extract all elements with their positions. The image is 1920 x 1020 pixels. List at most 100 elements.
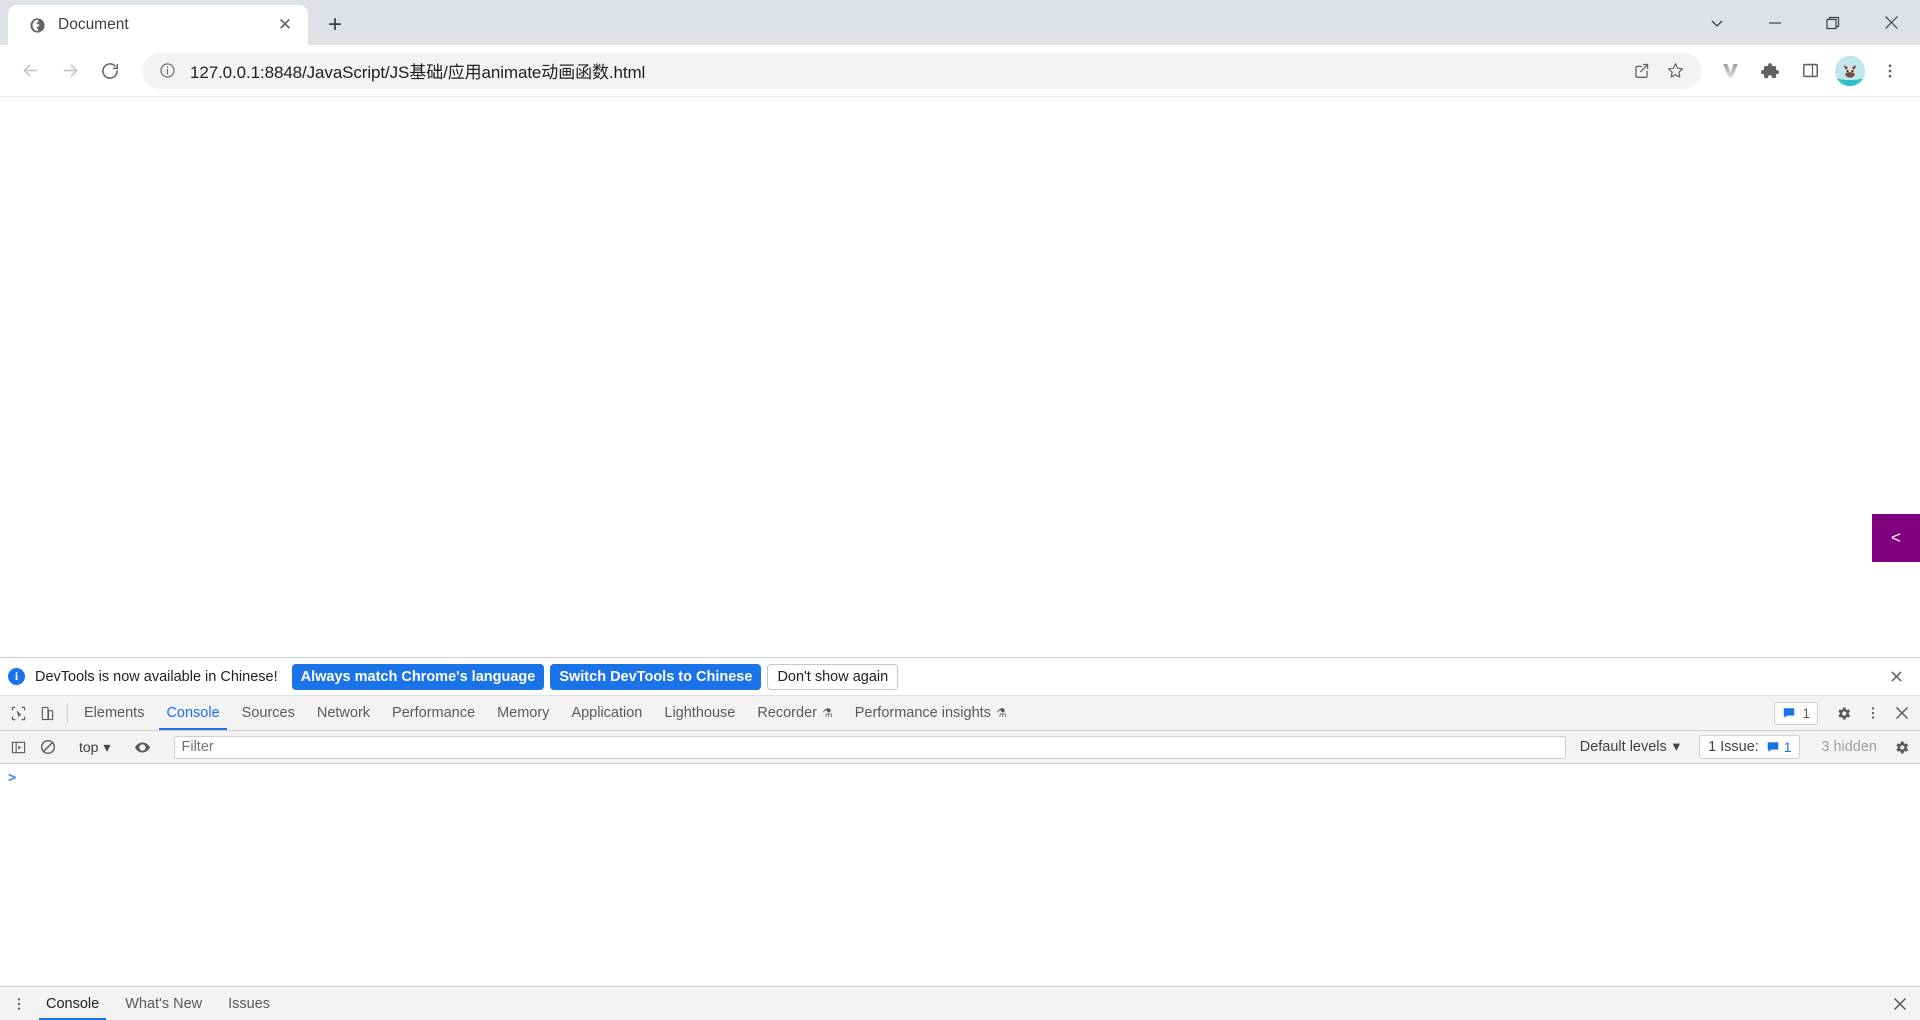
banner-close-icon[interactable]: [1884, 665, 1908, 689]
tab-label: Console: [166, 705, 220, 721]
issue-message-icon: [1784, 708, 1795, 718]
log-levels-value: Default levels: [1579, 739, 1667, 755]
toolbar-divider: [67, 703, 68, 723]
devtools-tab-performance[interactable]: Performance: [381, 696, 486, 730]
console-settings-gear-icon[interactable]: [1887, 739, 1916, 756]
issue-label: 1 Issue:: [1708, 739, 1759, 755]
console-input-row[interactable]: >: [0, 764, 1920, 786]
devtools-tab-lighthouse[interactable]: Lighthouse: [653, 696, 746, 730]
tab-label: Recorder: [757, 705, 817, 721]
console-output[interactable]: >: [0, 764, 1920, 986]
console-prompt-chevron-icon: >: [8, 770, 17, 786]
console-filter-input[interactable]: [173, 735, 1566, 759]
browser-tab[interactable]: Document ✕: [8, 5, 308, 45]
console-toolbar: top ▾ Default levels ▾ 1 Issue: 1: [0, 731, 1920, 764]
issues-counter-chip[interactable]: 1: [1774, 701, 1818, 725]
page-viewport: <: [0, 97, 1920, 657]
inspect-element-icon[interactable]: [4, 696, 33, 730]
info-circle-icon[interactable]: [156, 60, 178, 82]
devtools-tabbar: Elements Console Sources Network Perform…: [0, 696, 1920, 731]
live-expression-eye-icon[interactable]: [128, 739, 157, 756]
chevron-down-icon: ▾: [103, 738, 111, 755]
clear-console-icon[interactable]: [33, 739, 62, 755]
devtools-language-banner: i DevTools is now available in Chinese! …: [0, 658, 1920, 696]
drawer-tab-whats-new[interactable]: What's New: [112, 987, 215, 1020]
browser-menu-kebab-icon[interactable]: [1870, 51, 1910, 91]
drawer-more-kebab-icon[interactable]: [4, 987, 33, 1020]
devtools-panel: i DevTools is now available in Chinese! …: [0, 657, 1920, 1020]
back-button[interactable]: [10, 51, 50, 91]
gear-icon[interactable]: [1829, 705, 1858, 722]
address-bar[interactable]: 127.0.0.1:8848/JavaScript/JS基础/应用animate…: [142, 52, 1702, 89]
tab-label: What's New: [125, 995, 203, 1012]
browser-tab-strip: Document ✕ +: [0, 0, 1920, 45]
dont-show-again-button[interactable]: Don't show again: [767, 663, 899, 690]
devtools-tabbar-actions: 1: [1774, 696, 1920, 730]
experiment-beaker-icon: ⚗: [995, 706, 1007, 720]
globe-icon: [28, 16, 46, 34]
devtools-tab-network[interactable]: Network: [306, 696, 381, 730]
devtools-tab-application[interactable]: Application: [560, 696, 653, 730]
console-issues-button[interactable]: 1 Issue: 1: [1699, 735, 1801, 759]
side-panel-icon[interactable]: [1790, 51, 1830, 91]
drawer-tab-issues[interactable]: Issues: [215, 987, 283, 1020]
omnibox-actions: [1624, 54, 1692, 88]
issue-badge: 1: [1766, 739, 1792, 755]
console-sidebar-icon[interactable]: [4, 740, 33, 755]
devtools-tab-recorder[interactable]: Recorder ⚗: [746, 696, 843, 730]
issues-count: 1: [1802, 705, 1810, 721]
drawer-tab-console[interactable]: Console: [33, 987, 112, 1020]
tab-label: Performance insights: [854, 705, 991, 721]
profile-avatar[interactable]: [1835, 55, 1865, 86]
reload-button[interactable]: [90, 51, 130, 91]
tab-close-icon[interactable]: ✕: [272, 12, 298, 38]
tab-label: Memory: [497, 705, 550, 721]
chevron-down-icon: ▾: [1672, 739, 1681, 755]
drawer-actions: [1885, 987, 1920, 1020]
devtools-tab-console[interactable]: Console: [155, 696, 230, 730]
devtools-more-kebab-icon[interactable]: [1858, 705, 1887, 721]
browser-tab-title: Document: [58, 16, 129, 33]
star-icon[interactable]: [1658, 54, 1692, 88]
share-icon[interactable]: [1624, 54, 1658, 88]
tab-search-chevron-down-icon[interactable]: [1688, 0, 1746, 45]
tab-label: Issues: [228, 995, 271, 1012]
devtools-tab-memory[interactable]: Memory: [486, 696, 560, 730]
hidden-messages-count: 3 hidden: [1821, 739, 1877, 755]
issue-count: 1: [1783, 739, 1792, 755]
drawer-close-icon[interactable]: [1885, 997, 1914, 1011]
execution-context-select[interactable]: top ▾: [73, 736, 117, 759]
animated-box[interactable]: <: [1872, 514, 1920, 562]
device-toolbar-icon[interactable]: [33, 696, 62, 730]
info-icon: i: [8, 668, 25, 685]
execution-context-value: top: [79, 739, 99, 755]
experiment-beaker-icon: ⚗: [821, 706, 833, 720]
tab-label: Application: [571, 705, 643, 721]
tab-label: Network: [316, 705, 371, 721]
browser-toolbar: 127.0.0.1:8848/JavaScript/JS基础/应用animate…: [0, 45, 1920, 97]
devtools-drawer-tabbar: Console What's New Issues: [0, 986, 1920, 1020]
vimium-extension-icon[interactable]: [1710, 51, 1750, 91]
window-controls: [1688, 0, 1920, 45]
tab-label: Performance: [392, 705, 476, 721]
tab-label: Console: [46, 995, 100, 1012]
address-bar-url[interactable]: 127.0.0.1:8848/JavaScript/JS基础/应用animate…: [190, 58, 1624, 83]
tab-label: Lighthouse: [664, 705, 736, 721]
new-tab-button[interactable]: +: [318, 8, 352, 42]
tab-label: Elements: [84, 705, 145, 721]
devtools-tab-elements[interactable]: Elements: [73, 696, 155, 730]
switch-devtools-to-chinese-button[interactable]: Switch DevTools to Chinese: [550, 663, 762, 690]
forward-button[interactable]: [50, 51, 90, 91]
devtools-tab-sources[interactable]: Sources: [231, 696, 306, 730]
always-match-chrome-language-button[interactable]: Always match Chrome's language: [291, 663, 545, 690]
issue-message-icon: [1767, 742, 1779, 752]
extensions-puzzle-icon[interactable]: [1750, 51, 1790, 91]
log-levels-select[interactable]: Default levels ▾: [1572, 739, 1688, 755]
close-icon[interactable]: [1862, 0, 1920, 45]
tab-label: Sources: [241, 705, 295, 721]
banner-message: DevTools is now available in Chinese!: [35, 668, 278, 685]
minimize-icon[interactable]: [1746, 0, 1804, 45]
restore-icon[interactable]: [1804, 0, 1862, 45]
devtools-tab-performance-insights[interactable]: Performance insights ⚗: [844, 696, 1018, 730]
devtools-close-icon[interactable]: [1887, 706, 1916, 720]
